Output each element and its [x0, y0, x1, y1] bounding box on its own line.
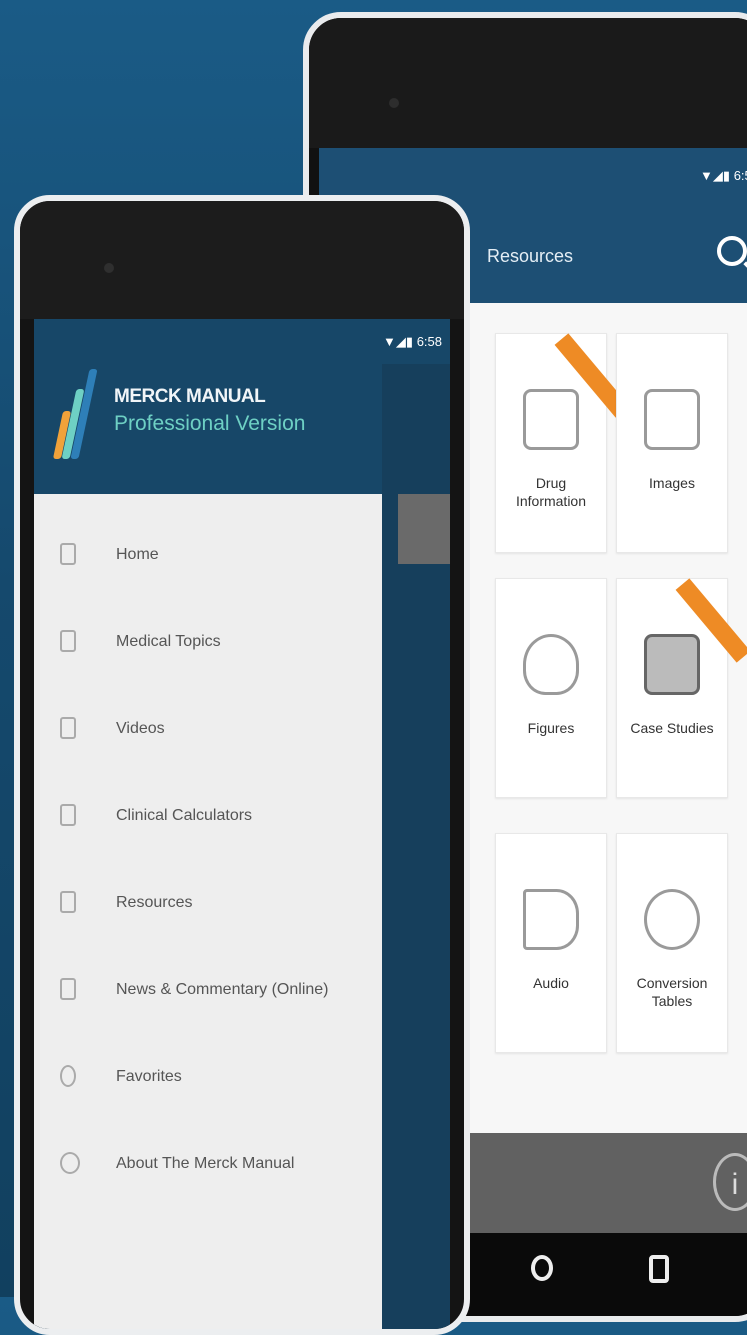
- menu-item-medical-topics[interactable]: Medical Topics: [34, 613, 382, 673]
- status-time: 6:57: [733, 168, 747, 183]
- calculator-icon: [60, 804, 76, 826]
- menu-item-label: Resources: [116, 894, 193, 911]
- news-icon: [60, 978, 76, 1000]
- tile-label: Case Studies: [630, 720, 714, 736]
- speaker-icon: [523, 889, 579, 950]
- tile-case-studies[interactable]: Case Studies: [616, 578, 747, 798]
- menu-item-clinical-calculators[interactable]: Clinical Calculators: [34, 787, 382, 847]
- status-bar: ▼◢▮ 6:57: [319, 148, 747, 198]
- menu-item-label: Medical Topics: [116, 633, 221, 650]
- home-icon: [60, 543, 76, 565]
- tile-conversion-tables[interactable]: Conversion Tables: [616, 833, 728, 1053]
- menu-item-label: Videos: [116, 720, 165, 737]
- menu-item-label: Favorites: [116, 1068, 182, 1085]
- tile-drug-information[interactable]: Drug Information: [495, 333, 630, 553]
- info-icon[interactable]: i: [713, 1153, 747, 1211]
- camera-icon: [104, 263, 114, 273]
- star-icon: [60, 1065, 76, 1087]
- drawer-header: MERCK MANUAL Professional Version: [34, 364, 382, 494]
- menu-item-label: Clinical Calculators: [116, 807, 253, 824]
- tile-audio[interactable]: Audio: [495, 833, 607, 1053]
- doctor-icon: [644, 634, 700, 695]
- camera-icon: [389, 98, 399, 108]
- phone-bezel-top: [20, 201, 464, 319]
- menu-item-home[interactable]: Home: [34, 526, 382, 586]
- home-nav-icon[interactable]: [531, 1255, 553, 1281]
- recent-apps-icon[interactable]: [649, 1255, 669, 1283]
- tile-images[interactable]: Images: [616, 333, 728, 553]
- menu-item-news-commentary[interactable]: News & Commentary (Online): [34, 961, 382, 1021]
- menu-item-about[interactable]: About The Merck Manual: [34, 1135, 382, 1195]
- status-bar: ▼◢▮ 6:58: [34, 319, 450, 364]
- menu-item-label: About The Merck Manual: [116, 1155, 295, 1172]
- menu-item-label: News & Commentary (Online): [116, 981, 329, 998]
- phone-bezel-top: [309, 18, 747, 148]
- resources-icon: [60, 891, 76, 913]
- status-time: 6:58: [416, 334, 442, 349]
- menu-item-favorites[interactable]: Favorites: [34, 1048, 382, 1108]
- menu-item-label: Home: [116, 546, 159, 563]
- video-icon: [60, 717, 76, 739]
- tile-figures[interactable]: Figures: [495, 578, 607, 798]
- wifi-signal-battery-icon: ▼◢▮: [700, 168, 734, 183]
- image-icon: [644, 389, 700, 450]
- conversion-icon: [644, 889, 700, 950]
- tile-label: Images: [649, 475, 695, 491]
- tile-label: Drug Information: [515, 475, 587, 509]
- tile-label: Audio: [533, 975, 569, 991]
- menu-item-resources[interactable]: Resources: [34, 874, 382, 934]
- wifi-signal-battery-icon: ▼◢▮: [383, 334, 417, 349]
- merck-manual-logo-icon: [52, 369, 98, 459]
- front-phone: ▼◢▮ 6:58 MERCK MANUAL Professional Versi…: [14, 195, 470, 1335]
- search-icon[interactable]: [717, 236, 747, 266]
- head-profile-icon: [523, 634, 579, 695]
- medical-topics-icon: [60, 630, 76, 652]
- pill-bottle-icon: [523, 389, 579, 450]
- dimmed-content: [398, 494, 450, 564]
- page-title: Resources: [487, 246, 574, 266]
- brand-title: MERCK MANUAL: [114, 386, 266, 407]
- tile-label: Conversion Tables: [636, 975, 708, 1009]
- info-icon: [60, 1152, 80, 1174]
- navigation-drawer: Home Medical Topics Videos Clinical Calc…: [34, 494, 382, 1329]
- menu-item-videos[interactable]: Videos: [34, 700, 382, 760]
- brand-subtitle: Professional Version: [114, 412, 306, 435]
- tile-label: Figures: [527, 720, 575, 736]
